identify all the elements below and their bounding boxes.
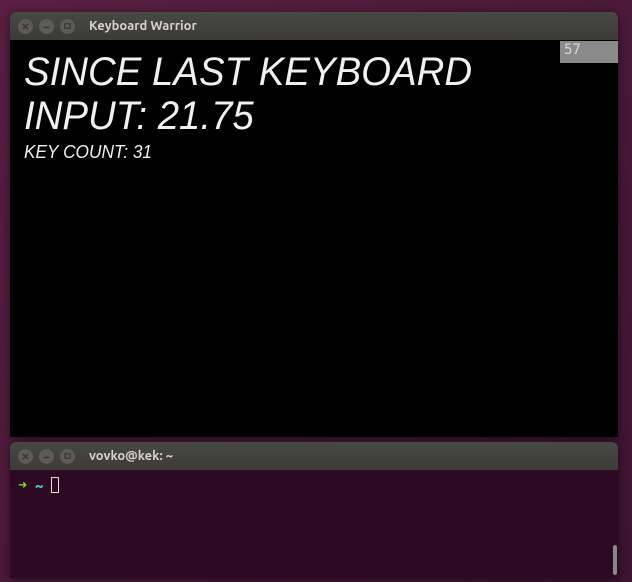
terminal-window: vovko@kek: ~ ➜ ~ xyxy=(10,442,618,578)
keyboard-warrior-window: Keyboard Warrior 57 SINCE LAST KEYBOARD … xyxy=(10,12,618,437)
terminal-content[interactable]: ➜ ~ xyxy=(10,470,618,578)
app-content: 57 SINCE LAST KEYBOARD INPUT: 21.75 KEY … xyxy=(10,40,618,437)
terminal-scrollbar[interactable] xyxy=(613,545,617,575)
prompt-arrow-icon: ➜ xyxy=(18,476,27,494)
prompt-path: ~ xyxy=(35,477,43,494)
maximize-button[interactable] xyxy=(60,449,75,464)
stat-since-last-input: SINCE LAST KEYBOARD INPUT: 21.75 xyxy=(24,50,581,138)
stat-key-count: KEY COUNT: 31 xyxy=(24,142,581,163)
close-button[interactable] xyxy=(18,19,33,34)
minimize-icon xyxy=(42,452,51,461)
close-button[interactable] xyxy=(18,449,33,464)
app-title: Keyboard Warrior xyxy=(89,19,197,33)
close-icon xyxy=(21,22,30,31)
stat-sub-value: 31 xyxy=(133,142,152,162)
minimize-button[interactable] xyxy=(39,449,54,464)
minimize-button[interactable] xyxy=(39,19,54,34)
stat-sub-label: KEY COUNT: xyxy=(24,142,133,162)
maximize-icon xyxy=(63,452,72,461)
terminal-titlebar[interactable]: vovko@kek: ~ xyxy=(10,442,618,470)
maximize-button[interactable] xyxy=(60,19,75,34)
terminal-title: vovko@kek: ~ xyxy=(89,449,173,463)
app-titlebar[interactable]: Keyboard Warrior xyxy=(10,12,618,40)
terminal-cursor[interactable] xyxy=(51,477,59,493)
minimize-icon xyxy=(42,22,51,31)
close-icon xyxy=(21,452,30,461)
stat-main-value: 21.75 xyxy=(158,94,254,138)
maximize-icon xyxy=(63,22,72,31)
prompt-line: ➜ ~ xyxy=(18,476,610,494)
